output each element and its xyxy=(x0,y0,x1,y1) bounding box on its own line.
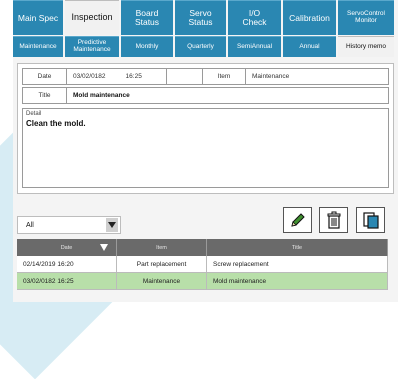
dropdown-arrow-icon[interactable] xyxy=(106,218,118,232)
tab-quarterly[interactable]: Quarterly xyxy=(175,36,226,57)
tab-io-check[interactable]: I/O Check xyxy=(228,0,281,35)
detail-field[interactable]: Detail Clean the mold. xyxy=(22,108,389,188)
tab-inspection[interactable]: Inspection xyxy=(65,0,119,35)
title-label: Title xyxy=(23,88,67,103)
detail-label: Detail xyxy=(26,111,42,117)
sort-descending-icon xyxy=(100,244,108,251)
tab-maintenance[interactable]: Maintenance xyxy=(13,36,63,57)
table-row-selected[interactable]: 03/02/0182 16:25 Maintenance Mold mainte… xyxy=(17,273,388,290)
tab-history-memo[interactable]: History memo xyxy=(338,36,394,57)
table-row[interactable]: 02/14/2019 16:20 Part replacement Screw … xyxy=(17,256,388,273)
delete-button[interactable] xyxy=(319,207,348,233)
detail-text: Clean the mold. xyxy=(26,119,86,128)
tab-calibration[interactable]: Calibration xyxy=(283,0,336,35)
main-tab-bar: Main Spec Inspection Board Status Servo … xyxy=(13,0,394,35)
row-item: Part replacement xyxy=(117,256,207,272)
edit-pencil-icon xyxy=(290,213,305,227)
copy-documents-icon xyxy=(362,212,379,229)
item-filter-dropdown[interactable]: All xyxy=(17,216,121,234)
header-item[interactable]: Item xyxy=(117,239,207,256)
history-table: Date Item Title 02/14/2019 16:20 Part re… xyxy=(17,239,388,290)
row-date: 02/14/2019 16:20 xyxy=(17,256,117,272)
date-value[interactable]: 03/02/0182 16:25 xyxy=(67,69,167,84)
tab-predictive-maintenance[interactable]: Predictive Maintenance xyxy=(65,36,119,57)
row-title: Mold maintenance xyxy=(207,273,388,289)
title-row: Title Mold maintenance xyxy=(22,87,389,104)
memo-detail-panel: Date 03/02/0182 16:25 Item Maintenance Ti… xyxy=(17,63,394,194)
tab-annual[interactable]: Annual xyxy=(283,36,336,57)
row-date: 03/02/0182 16:25 xyxy=(17,273,117,289)
title-value[interactable]: Mold maintenance xyxy=(67,88,388,103)
filter-value: All xyxy=(26,221,34,229)
table-header: Date Item Title xyxy=(17,239,388,256)
row-item: Maintenance xyxy=(117,273,207,289)
tab-semiannual[interactable]: SemiAnnual xyxy=(228,36,281,57)
tab-monthly[interactable]: Monthly xyxy=(121,36,173,57)
header-date[interactable]: Date xyxy=(17,239,117,256)
tab-servo-status[interactable]: Servo Status xyxy=(175,0,226,35)
date-label: Date xyxy=(23,69,67,84)
copy-button[interactable] xyxy=(356,207,385,233)
delete-trash-icon xyxy=(327,211,340,229)
item-value[interactable]: Maintenance xyxy=(246,69,388,84)
item-label: Item xyxy=(202,69,246,84)
date-item-row: Date 03/02/0182 16:25 Item Maintenance xyxy=(22,68,389,85)
tab-board-status[interactable]: Board Status xyxy=(121,0,173,35)
sub-tab-bar: Maintenance Predictive Maintenance Month… xyxy=(13,36,394,57)
row-title: Screw replacement xyxy=(207,256,388,272)
edit-button[interactable] xyxy=(283,207,312,233)
header-title[interactable]: Title xyxy=(207,239,388,256)
maintenance-screen: Main Spec Inspection Board Status Servo … xyxy=(13,0,398,302)
tab-servocontrol-monitor[interactable]: ServoControl Monitor xyxy=(338,0,394,35)
tab-main-spec[interactable]: Main Spec xyxy=(13,0,63,35)
